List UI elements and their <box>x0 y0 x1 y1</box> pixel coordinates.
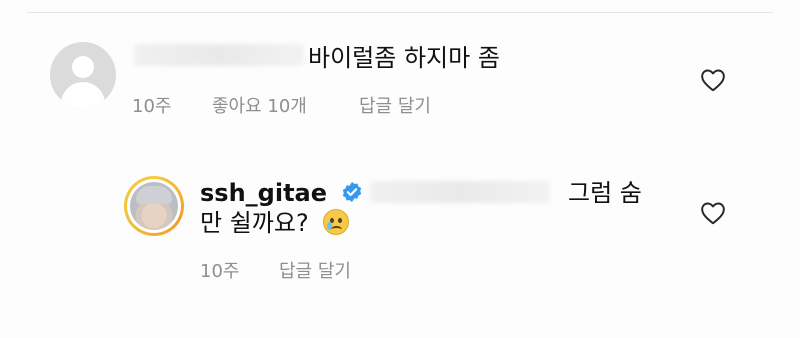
avatar[interactable] <box>50 42 116 108</box>
story-avatar[interactable] <box>124 176 184 236</box>
reply-text-line2: 만 쉴까요? <box>200 209 309 237</box>
comment-text: 바이럴좀 하지마 좀 <box>308 44 500 72</box>
comment-time: 10주 <box>132 96 172 117</box>
crying-face-emoji <box>323 209 349 235</box>
top-divider <box>27 12 773 13</box>
heart-icon[interactable] <box>700 68 726 92</box>
reply-button[interactable]: 답글 달기 <box>279 257 351 283</box>
redacted-mention <box>370 181 550 203</box>
reply-time: 10주 <box>200 261 240 282</box>
emoji-tear <box>327 222 332 230</box>
redacted-username <box>134 44 304 66</box>
username-link[interactable]: ssh_gitae <box>200 177 327 209</box>
comment-likes-button[interactable]: 좋아요 10개 <box>212 92 307 118</box>
emoji-mouth <box>331 226 342 233</box>
reply-text-line1: 그럼 숨 <box>568 179 642 207</box>
avatar-head <box>72 56 94 78</box>
avatar-border <box>127 179 181 233</box>
avatar-body <box>61 82 105 108</box>
heart-icon[interactable] <box>700 201 726 225</box>
avatar-photo <box>130 182 178 230</box>
verified-badge-icon <box>342 181 362 203</box>
avatar-hair <box>136 186 172 204</box>
reply-button[interactable]: 답글 달기 <box>359 92 431 118</box>
emoji-eye <box>338 218 342 223</box>
